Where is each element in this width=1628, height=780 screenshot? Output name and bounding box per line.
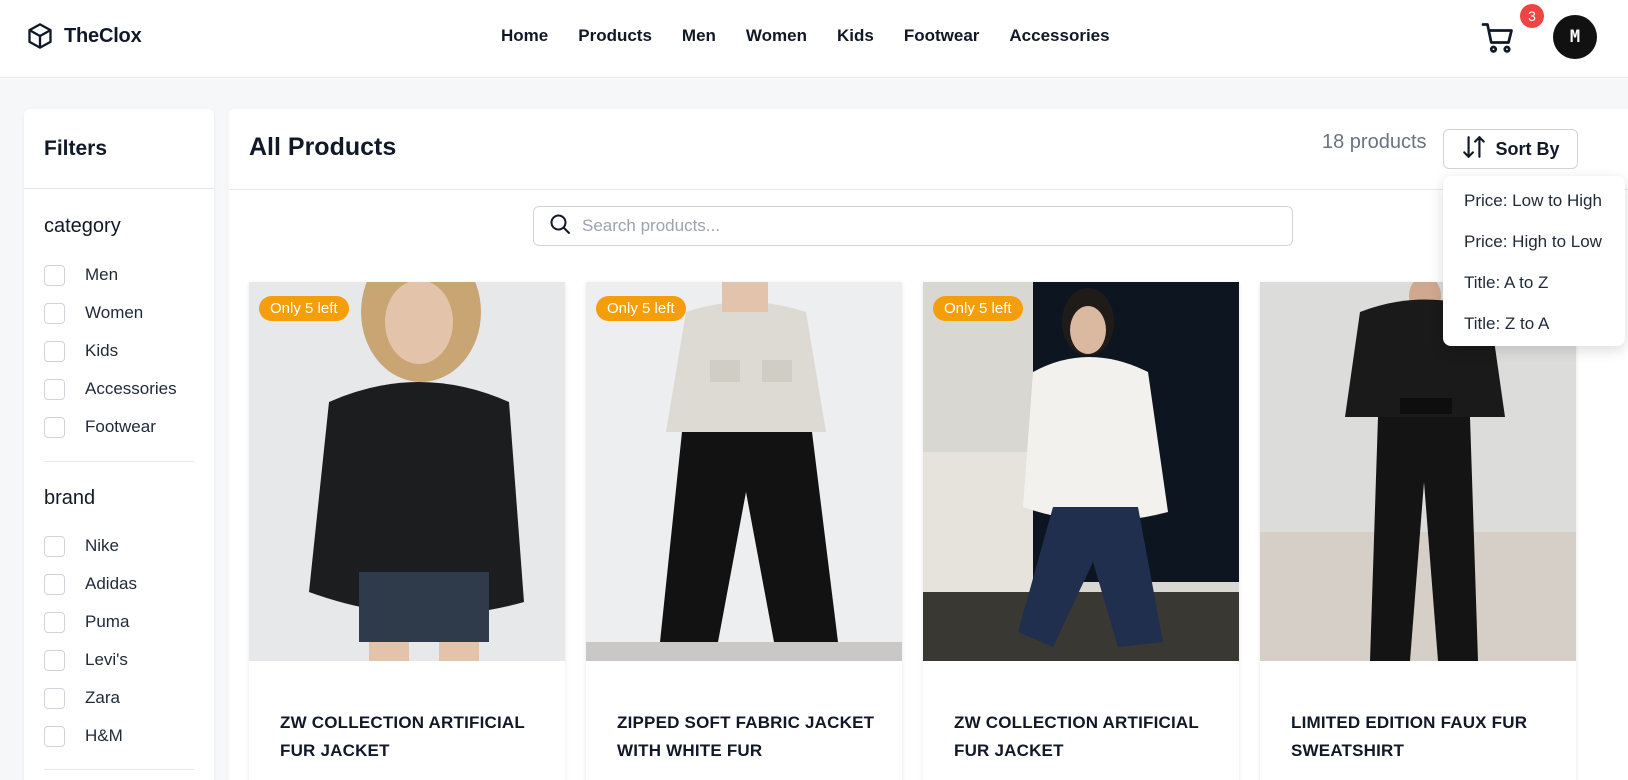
product-image[interactable]: Only 5 left (923, 282, 1239, 661)
nav-men[interactable]: Men (682, 26, 716, 46)
sort-option-title-a-z[interactable]: Title: A to Z (1443, 262, 1625, 303)
filter-label: Levi's (85, 650, 128, 669)
sort-dropdown-menu: Price: Low to High Price: High to Low Ti… (1443, 176, 1625, 346)
checkbox[interactable] (44, 725, 65, 747)
search-input[interactable] (582, 216, 1262, 236)
filter-option-footwear[interactable]: Footwear (44, 408, 177, 446)
product-image[interactable]: Only 5 left (249, 282, 565, 661)
divider (24, 188, 214, 189)
main-nav: Home Products Men Women Kids Footwear Ac… (501, 26, 1110, 46)
product-card[interactable]: Only 5 left ZW COLLECTION ARTIFICIAL FUR… (923, 282, 1239, 780)
divider (44, 769, 194, 770)
sort-label: Sort By (1495, 138, 1560, 159)
search-icon (548, 212, 572, 241)
sort-option-price-low-high[interactable]: Price: Low to High (1443, 180, 1625, 221)
product-title[interactable]: LIMITED EDITION FAUX FUR SWEATSHIRT (1291, 709, 1551, 765)
nav-women[interactable]: Women (746, 26, 807, 46)
checkbox[interactable] (44, 378, 65, 400)
top-header: TheClox Home Products Men Women Kids Foo… (0, 0, 1628, 78)
filter-label: Kids (85, 341, 119, 360)
product-title[interactable]: ZW COLLECTION ARTIFICIAL FUR JACKET (280, 709, 540, 765)
filter-label: Footwear (85, 417, 156, 436)
filter-option-levis[interactable]: Levi's (44, 641, 137, 679)
filter-label: Nike (85, 536, 120, 555)
filter-option-hm[interactable]: H&M (44, 717, 137, 755)
filter-label: Adidas (85, 574, 137, 593)
checkbox[interactable] (44, 649, 65, 671)
cube-icon (26, 22, 54, 50)
cart-count-badge: 3 (1520, 4, 1544, 28)
search-box[interactable] (533, 206, 1293, 246)
brand-name: TheClox (64, 24, 142, 47)
filter-label: Puma (85, 612, 130, 631)
checkbox[interactable] (44, 535, 65, 557)
filter-option-kids[interactable]: Kids (44, 332, 177, 370)
filter-group-brand-title: brand (44, 487, 96, 509)
stock-badge: Only 5 left (933, 296, 1023, 321)
cart-icon[interactable] (1480, 20, 1516, 56)
product-count: 18 products (1322, 131, 1427, 153)
product-image[interactable]: Only 5 left (586, 282, 902, 661)
filters-title: Filters (44, 137, 108, 160)
stock-badge: Only 5 left (596, 296, 686, 321)
user-avatar[interactable]: M (1553, 15, 1597, 59)
filter-label: Accessories (85, 379, 177, 398)
filter-option-adidas[interactable]: Adidas (44, 565, 137, 603)
filter-label: H&M (85, 726, 123, 745)
filter-label: Women (85, 303, 144, 322)
filter-option-men[interactable]: Men (44, 256, 177, 294)
checkbox[interactable] (44, 573, 65, 595)
product-title[interactable]: ZW COLLECTION ARTIFICIAL FUR JACKET (954, 709, 1214, 765)
checkbox[interactable] (44, 687, 65, 709)
product-title[interactable]: ZIPPED SOFT FABRIC JACKET WITH WHITE FUR (617, 709, 877, 765)
checkbox[interactable] (44, 611, 65, 633)
filter-label: Men (85, 265, 119, 284)
filter-option-women[interactable]: Women (44, 294, 177, 332)
product-grid: Only 5 left ZW COLLECTION ARTIFICIAL FUR… (249, 282, 1576, 780)
product-card[interactable]: Only 5 left ZIPPED SOFT FABRIC JACKET WI… (586, 282, 902, 780)
filter-option-zara[interactable]: Zara (44, 679, 137, 717)
sort-option-title-z-a[interactable]: Title: Z to A (1443, 303, 1625, 344)
filter-group-category-title: category (44, 215, 121, 237)
product-card[interactable]: LIMITED EDITION FAUX FUR SWEATSHIRT (1260, 282, 1576, 780)
nav-home[interactable]: Home (501, 26, 548, 46)
filter-option-nike[interactable]: Nike (44, 527, 137, 565)
products-panel: All Products 18 products Sort By Search … (229, 109, 1628, 780)
sort-button[interactable]: Sort By (1443, 129, 1578, 169)
checkbox[interactable] (44, 264, 65, 286)
checkbox[interactable] (44, 416, 65, 438)
checkbox[interactable] (44, 302, 65, 324)
category-filter-list: Men Women Kids Accessories Footwear (44, 256, 177, 446)
filter-label: Zara (85, 688, 120, 707)
stock-badge: Only 5 left (259, 296, 349, 321)
filters-sidebar: Filters category Men Women Kids Accessor… (24, 109, 214, 780)
product-card[interactable]: Only 5 left ZW COLLECTION ARTIFICIAL FUR… (249, 282, 565, 780)
nav-accessories[interactable]: Accessories (1009, 26, 1109, 46)
nav-products[interactable]: Products (578, 26, 652, 46)
brand[interactable]: TheClox (26, 22, 142, 50)
nav-footwear[interactable]: Footwear (904, 26, 980, 46)
page-title: All Products (249, 133, 397, 161)
divider (229, 189, 1628, 190)
checkbox[interactable] (44, 340, 65, 362)
sort-option-price-high-low[interactable]: Price: High to Low (1443, 221, 1625, 262)
sort-arrows-icon (1461, 134, 1487, 165)
divider (44, 461, 194, 462)
filter-option-accessories[interactable]: Accessories (44, 370, 177, 408)
nav-kids[interactable]: Kids (837, 26, 874, 46)
brand-filter-list: Nike Adidas Puma Levi's Zara H&M (44, 527, 137, 755)
filter-option-puma[interactable]: Puma (44, 603, 137, 641)
